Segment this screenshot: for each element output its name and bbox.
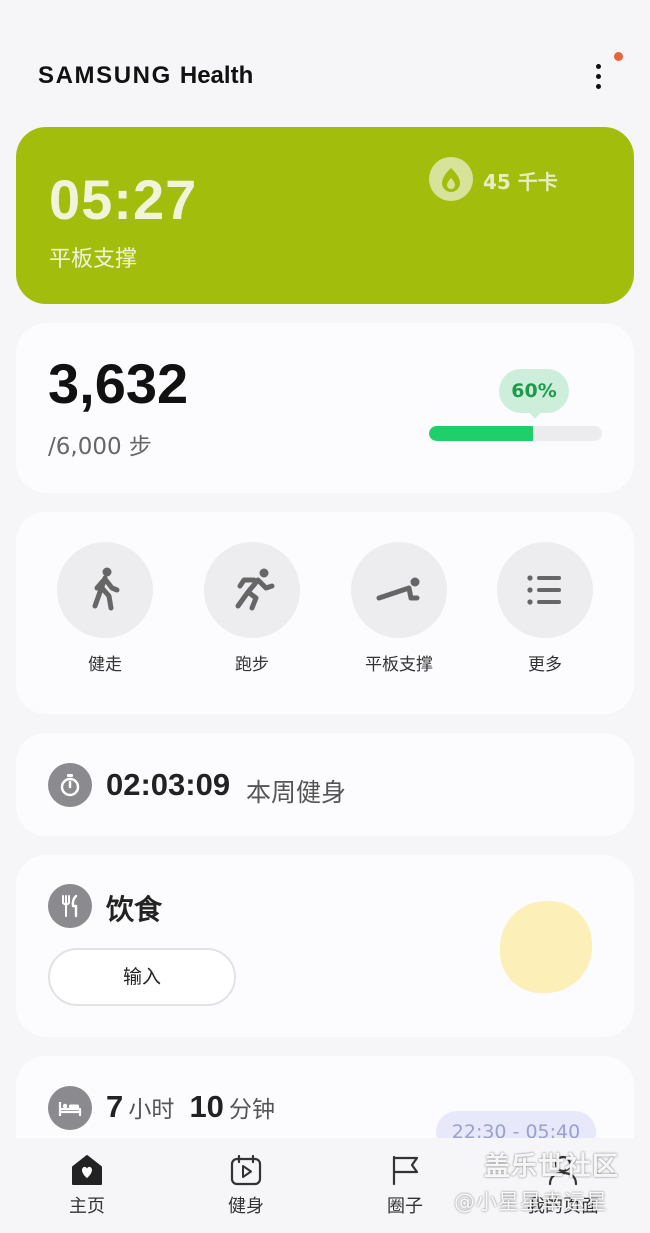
quick-action-more[interactable]: 更多 <box>495 542 595 675</box>
lemon-icon <box>500 901 592 993</box>
quick-action-plank[interactable]: 平板支撑 <box>349 542 449 675</box>
step-progress-fill <box>429 426 533 441</box>
brand-samsung: SAMSUNG <box>38 62 172 89</box>
step-percent-badge: 60% <box>499 369 569 413</box>
calories-burned: 45 千卡 <box>483 170 558 194</box>
step-count: 3,632 <box>48 352 189 415</box>
diet-card[interactable]: 饮食 输入 <box>16 855 634 1037</box>
nav-tab-label: 圈子 <box>387 1196 423 1217</box>
latest-workout-card[interactable]: 05:27 平板支撑 45 千卡 <box>16 127 634 304</box>
walking-icon <box>57 542 153 638</box>
nav-tab-fitness[interactable]: 健身 <box>196 1154 296 1218</box>
quick-action-label: 健走 <box>88 655 122 675</box>
quick-action-label: 更多 <box>528 655 562 675</box>
workout-duration: 05:27 <box>49 168 198 231</box>
watermark-line-1: 盖乐世社区 <box>484 1152 620 1182</box>
brand-health: Health <box>179 62 254 89</box>
diet-title: 饮食 <box>106 893 163 926</box>
app-header: SAMSUNG Health <box>0 0 650 120</box>
more-options-button[interactable] <box>584 58 614 94</box>
nav-tab-label: 主页 <box>69 1196 105 1217</box>
step-percent-pointer <box>528 411 542 419</box>
sleep-hours: 7 <box>106 1089 124 1124</box>
running-icon <box>204 542 300 638</box>
list-icon <box>497 542 593 638</box>
step-goal: /6,000 步 <box>48 434 152 460</box>
quick-action-walk[interactable]: 健走 <box>55 542 155 675</box>
nav-tab-home[interactable]: 主页 <box>37 1154 137 1218</box>
quick-workout-card: 健走 跑步 平板支撑 更多 <box>16 512 634 714</box>
diet-input-button[interactable]: 输入 <box>48 948 236 1006</box>
plank-icon <box>351 542 447 638</box>
home-heart-icon <box>72 1155 102 1185</box>
weekly-label: 本周健身 <box>246 778 347 807</box>
flag-icon <box>392 1155 419 1186</box>
sleep-minutes-unit: 分钟 <box>229 1097 276 1123</box>
quick-action-label: 平板支撑 <box>365 655 433 675</box>
nav-tab-together[interactable]: 圈子 <box>355 1154 455 1218</box>
steps-card[interactable]: 3,632 /6,000 步 60% <box>16 323 634 493</box>
app-logo: SAMSUNG Health <box>38 62 253 90</box>
bed-icon <box>48 1086 92 1130</box>
quick-action-label: 跑步 <box>235 655 269 675</box>
nav-tab-label: 健身 <box>228 1196 264 1217</box>
weekly-duration: 02:03:09 <box>106 767 231 802</box>
weekly-exercise-card[interactable]: 02:03:09 本周健身 <box>16 733 634 836</box>
watermark-line-2: @小星星幸运星 <box>454 1190 608 1214</box>
flame-icon <box>429 157 473 201</box>
stopwatch-icon <box>48 763 92 807</box>
notification-dot <box>614 52 623 61</box>
sleep-hours-unit: 小时 <box>128 1097 175 1123</box>
sleep-duration: 7 小时 10 分钟 <box>106 1089 285 1125</box>
calendar-play-icon <box>230 1154 262 1186</box>
workout-name: 平板支撑 <box>49 247 138 272</box>
sleep-minutes: 10 <box>189 1089 224 1124</box>
step-progress-bar <box>429 426 602 441</box>
quick-action-run[interactable]: 跑步 <box>202 542 302 675</box>
cutlery-icon <box>48 884 92 928</box>
